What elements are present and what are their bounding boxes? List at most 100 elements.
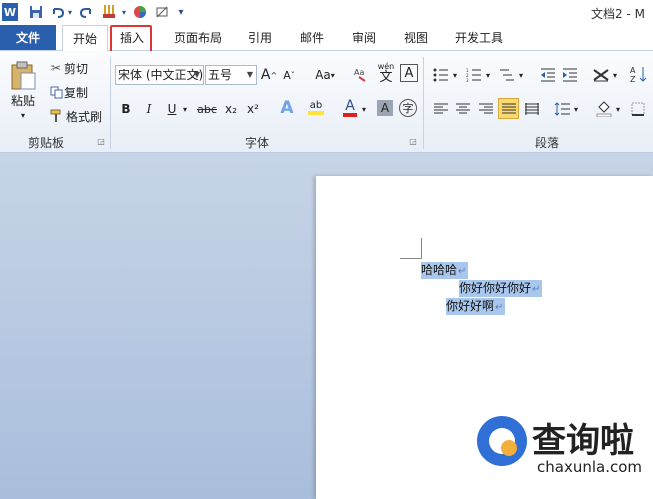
sort-button[interactable]: AZ xyxy=(628,63,650,85)
increase-indent-button[interactable] xyxy=(560,65,580,85)
highlight-label: ab xyxy=(309,100,323,111)
bullets-icon xyxy=(433,68,448,82)
underline-button[interactable]: U xyxy=(163,99,181,119)
justify-icon xyxy=(501,103,516,113)
document-line-text: 哈哈哈 xyxy=(421,263,458,277)
brush-icon[interactable] xyxy=(100,3,120,21)
grow-font-button[interactable]: A ^ xyxy=(261,65,277,85)
bullets-dropdown-icon[interactable]: ▾ xyxy=(451,65,459,85)
svg-text:Aa: Aa xyxy=(354,68,364,77)
color-wheel-icon[interactable] xyxy=(132,3,148,21)
svg-text:3: 3 xyxy=(466,78,469,82)
clear-format-button[interactable]: Aa xyxy=(352,63,372,85)
tab-review[interactable]: 审阅 xyxy=(344,25,384,50)
align-right-button[interactable] xyxy=(476,99,496,119)
brush-dropdown-icon[interactable]: ▾ xyxy=(120,3,128,21)
asian-layout-button[interactable] xyxy=(590,64,612,86)
multilevel-dropdown-icon[interactable]: ▾ xyxy=(517,65,525,85)
highlight-color-bar xyxy=(308,111,324,115)
paste-dropdown-icon[interactable]: ▾ xyxy=(18,109,28,121)
multilevel-list-icon xyxy=(500,69,514,81)
enclose-characters-button[interactable]: 字 xyxy=(399,99,417,117)
font-launcher-icon[interactable]: ◲ xyxy=(408,135,418,147)
multilevel-list-button[interactable] xyxy=(497,65,517,85)
superscript-button[interactable]: x² xyxy=(244,99,262,119)
quick-access-toolbar: W ▾ ▾ ▾ 文档2 - M xyxy=(0,0,653,25)
bullets-button[interactable] xyxy=(431,65,451,85)
character-shading-button[interactable]: A xyxy=(377,100,393,116)
font-size-value: 五号 xyxy=(208,68,233,82)
grow-font-icon: A xyxy=(260,67,271,83)
redo-icon[interactable] xyxy=(78,3,94,21)
ribbon-home: 粘贴 ▾ ✂ 剪切 复制 格式刷 剪贴板 ◲ 宋体 (中文正文) ▼ 五号 ▼ A ^ … xyxy=(0,51,653,153)
shading-dropdown-icon[interactable]: ▾ xyxy=(614,99,622,119)
copy-button[interactable]: 复制 xyxy=(48,83,98,101)
font-color-dropdown-icon[interactable]: ▾ xyxy=(360,99,368,119)
font-name-dropdown-icon[interactable]: ▼ xyxy=(192,66,202,84)
line-spacing-icon xyxy=(554,102,570,116)
line-spacing-dropdown-icon[interactable]: ▾ xyxy=(572,99,580,119)
tab-page-layout[interactable]: 页面布局 xyxy=(168,25,228,50)
copy-label: 复制 xyxy=(64,85,89,100)
tab-references[interactable]: 引用 xyxy=(240,25,280,50)
shading-button[interactable] xyxy=(594,97,614,119)
group-separator xyxy=(423,57,424,149)
justify-button[interactable] xyxy=(498,98,519,119)
align-center-button[interactable] xyxy=(453,99,473,119)
document-line[interactable]: 你好好啊↵ xyxy=(446,298,506,315)
paragraph-mark-icon: ↵ xyxy=(495,302,504,313)
margin-crop-mark xyxy=(400,258,422,259)
underline-dropdown-icon[interactable]: ▾ xyxy=(181,99,189,119)
borders-button[interactable] xyxy=(628,99,648,119)
subscript-button[interactable]: x₂ xyxy=(222,99,240,119)
document-line[interactable]: 哈哈哈↵ xyxy=(421,262,469,279)
insert-tab-highlight-box xyxy=(110,25,152,54)
paste-label[interactable]: 粘贴 xyxy=(8,91,38,109)
align-left-button[interactable] xyxy=(431,99,451,119)
numbering-dropdown-icon[interactable]: ▾ xyxy=(484,65,492,85)
align-center-icon xyxy=(456,103,470,114)
clipboard-launcher-icon[interactable]: ◲ xyxy=(96,135,106,147)
character-border-button[interactable]: A xyxy=(400,64,418,82)
save-icon[interactable] xyxy=(28,3,44,21)
format-painter-button[interactable]: 格式刷 xyxy=(48,107,106,125)
font-name-combo[interactable]: 宋体 (中文正文) ▼ xyxy=(115,65,204,85)
watermark-url: chaxunla.com xyxy=(537,458,642,476)
text-effects-button[interactable]: A xyxy=(277,97,297,119)
font-color-button[interactable]: A xyxy=(342,97,358,119)
tab-home[interactable]: 开始 xyxy=(62,25,108,52)
undo-icon[interactable] xyxy=(50,3,66,21)
cut-label: 剪切 xyxy=(64,61,89,76)
word-logo-icon[interactable]: W xyxy=(2,3,18,21)
change-case-icon: Aa xyxy=(315,68,331,82)
font-size-combo[interactable]: 五号 ▼ xyxy=(205,65,257,85)
tab-file[interactable]: 文件 xyxy=(0,25,56,50)
ribbon-tabs: 文件 开始 插入 页面布局 引用 邮件 审阅 视图 开发工具 xyxy=(0,25,653,52)
font-group-label: 字体 xyxy=(245,136,270,150)
tab-mailings[interactable]: 邮件 xyxy=(292,25,332,50)
highlight-button[interactable]: ab xyxy=(306,97,326,119)
undo-dropdown-icon[interactable]: ▾ xyxy=(66,3,74,21)
font-size-dropdown-icon[interactable]: ▼ xyxy=(245,66,255,84)
tab-developer[interactable]: 开发工具 xyxy=(448,25,510,50)
cut-button[interactable]: ✂ 剪切 xyxy=(48,59,98,77)
numbering-button[interactable]: 123 xyxy=(464,65,484,85)
customize-qat-icon[interactable]: ▾ xyxy=(176,3,186,21)
decrease-indent-button[interactable] xyxy=(538,65,558,85)
svg-text:Z: Z xyxy=(630,75,636,83)
change-case-button[interactable]: Aa ▾ xyxy=(312,65,338,85)
italic-button[interactable]: I xyxy=(140,99,158,119)
tab-view[interactable]: 视图 xyxy=(396,25,436,50)
copy-icon xyxy=(48,86,64,99)
phonetic-guide-button[interactable]: wén 文 xyxy=(375,61,397,85)
asian-layout-dropdown-icon[interactable]: ▾ xyxy=(611,65,619,85)
distributed-button[interactable] xyxy=(522,99,542,119)
shrink-font-button[interactable]: Aˇ xyxy=(281,65,297,85)
document-line-text: 你好你好你好 xyxy=(459,281,532,295)
strikethrough-button[interactable]: abc xyxy=(196,99,218,119)
line-spacing-button[interactable] xyxy=(552,99,572,119)
eraser-icon[interactable] xyxy=(154,3,170,21)
document-line[interactable]: 你好你好你好↵ xyxy=(459,280,543,297)
bold-button[interactable]: B xyxy=(117,99,135,119)
numbering-icon: 123 xyxy=(466,68,481,82)
